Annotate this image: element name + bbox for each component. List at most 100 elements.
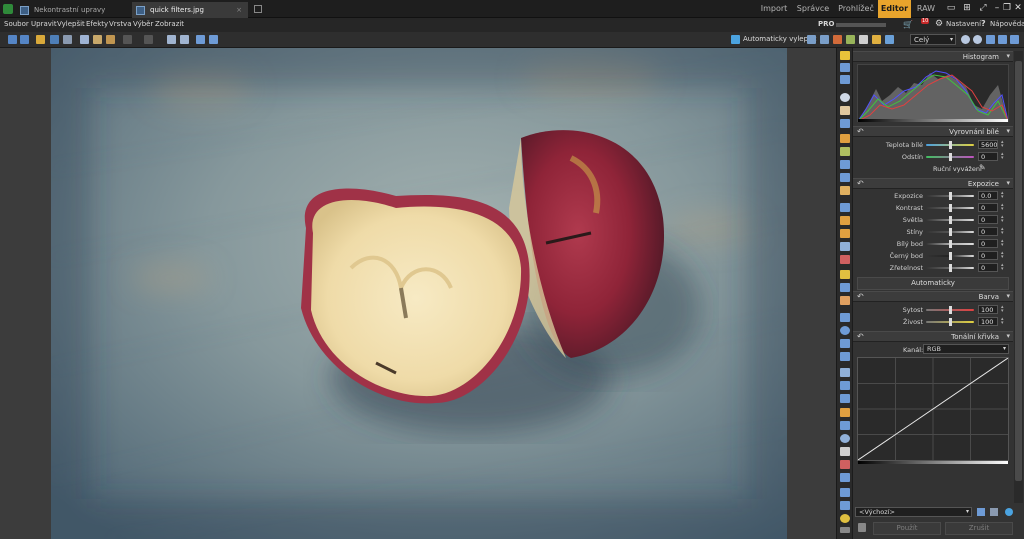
menu-view[interactable]: Zobrazit xyxy=(155,20,184,28)
perspective-icon[interactable] xyxy=(840,147,850,156)
undo-icon[interactable] xyxy=(123,35,132,44)
exposure-row-input[interactable]: 0.0 xyxy=(978,191,998,200)
frame-icon[interactable] xyxy=(840,186,850,195)
spin-icon[interactable]: ▴ ▾ xyxy=(1001,152,1007,161)
help-link[interactable]: Nápověda xyxy=(990,20,1024,28)
auto-exposure-button[interactable]: Automaticky xyxy=(857,277,1009,290)
exposure-icon[interactable] xyxy=(859,35,868,44)
align-icon[interactable] xyxy=(167,35,176,44)
crop-tool-icon[interactable] xyxy=(840,119,850,128)
reset-icon[interactable]: ↶ xyxy=(857,292,864,301)
notification-badge[interactable]: 10 xyxy=(921,18,930,24)
hand-tool-icon[interactable] xyxy=(840,106,850,115)
lasso-icon[interactable] xyxy=(840,339,850,348)
rect-select-icon[interactable] xyxy=(840,313,850,322)
mode-tab-manager[interactable]: Správce xyxy=(794,0,832,18)
layer-icon[interactable] xyxy=(840,408,850,417)
spin-icon[interactable]: ▴ ▾ xyxy=(1001,239,1007,248)
close-icon[interactable]: × xyxy=(236,6,242,14)
paste-icon[interactable] xyxy=(93,35,102,44)
open-folder-icon[interactable] xyxy=(36,35,45,44)
minimize-icon[interactable]: – xyxy=(992,3,1002,13)
menu-effects[interactable]: Efekty xyxy=(86,20,108,28)
spin-icon[interactable]: ▴ ▾ xyxy=(1001,317,1007,326)
lightning-icon[interactable] xyxy=(840,51,850,60)
back-icon[interactable] xyxy=(8,35,17,44)
exposure-header[interactable]: ↶ Expozice ▾ xyxy=(853,178,1013,189)
reset-icon[interactable]: ↶ xyxy=(857,179,864,188)
view-single-icon[interactable] xyxy=(196,35,205,44)
spin-icon[interactable]: ▴ ▾ xyxy=(1001,203,1007,212)
print-icon[interactable] xyxy=(63,35,72,44)
sun-icon[interactable] xyxy=(840,514,850,523)
curves-icon[interactable] xyxy=(872,35,881,44)
exposure-row-slider[interactable] xyxy=(926,264,974,272)
reset-icon[interactable]: ↶ xyxy=(857,332,864,341)
mode-tab-raw[interactable]: RAW xyxy=(912,0,940,18)
save-preset-icon[interactable] xyxy=(977,508,985,516)
exposure-row-input[interactable]: 0 xyxy=(978,215,998,224)
channel-select[interactable]: RGB ▾ xyxy=(923,344,1009,354)
wb-tint-input[interactable]: 0 xyxy=(978,152,998,161)
apply-button[interactable]: Použít xyxy=(873,522,941,535)
undo-preset-icon[interactable] xyxy=(1005,508,1013,516)
tone-curve-header[interactable]: ↶ Tonální křivka ▾ xyxy=(853,331,1013,342)
tone-curve-graph[interactable] xyxy=(857,357,1009,464)
spin-icon[interactable]: ▴ ▾ xyxy=(1001,227,1007,236)
pen-icon[interactable] xyxy=(840,394,850,403)
canvas-area[interactable] xyxy=(0,48,836,539)
wb-temperature-input[interactable]: 5600 xyxy=(978,140,998,149)
zoom-select[interactable]: Celý ▾ xyxy=(910,34,956,45)
menu-edit[interactable]: Upravit xyxy=(31,20,57,28)
spin-icon[interactable]: ▴ ▾ xyxy=(1001,215,1007,224)
exposure-row-slider[interactable] xyxy=(926,192,974,200)
zoom-out-icon[interactable] xyxy=(973,35,982,44)
heal-icon[interactable] xyxy=(840,255,850,264)
redo-icon[interactable] xyxy=(144,35,153,44)
exposure-row-slider[interactable] xyxy=(926,216,974,224)
canvas-icon[interactable] xyxy=(840,173,850,182)
zoom-in-icon[interactable] xyxy=(961,35,970,44)
account-name[interactable] xyxy=(836,23,886,27)
color-header[interactable]: ↶ Barva ▾ xyxy=(853,291,1013,302)
eyedropper-icon[interactable] xyxy=(840,242,850,251)
help-icon[interactable]: ? xyxy=(981,19,986,28)
resize-tool-icon[interactable] xyxy=(840,160,850,169)
layout-icon[interactable]: ⊞ xyxy=(962,3,972,13)
more-tools-icon[interactable] xyxy=(840,527,850,533)
document-tab-1[interactable]: Nekontrastní upravy xyxy=(16,2,128,18)
wb-tint-slider[interactable] xyxy=(926,153,974,161)
fullscreen-view-icon[interactable] xyxy=(1010,35,1019,44)
exposure-row-slider[interactable] xyxy=(926,228,974,236)
redeye-icon[interactable] xyxy=(840,473,850,482)
line-tool-icon[interactable] xyxy=(840,368,850,377)
menu-enhance[interactable]: Vylepšit xyxy=(57,20,85,28)
saturation-input[interactable]: 100 xyxy=(978,305,998,314)
auto-enhance-icon[interactable] xyxy=(731,35,740,44)
bucket-icon[interactable] xyxy=(840,229,850,238)
text-tool-icon[interactable] xyxy=(840,203,850,212)
filter-icon[interactable] xyxy=(840,501,850,510)
copy-icon[interactable] xyxy=(80,35,89,44)
color-picker-icon[interactable] xyxy=(840,460,850,469)
panel-scrollbar[interactable] xyxy=(1014,51,1023,503)
exposure-row-input[interactable]: 0 xyxy=(978,251,998,260)
spin-icon[interactable]: ▴ ▾ xyxy=(1001,251,1007,260)
menu-file[interactable]: Soubor xyxy=(4,20,29,28)
spin-icon[interactable]: ▴ ▾ xyxy=(1001,191,1007,200)
settings-link[interactable]: Nastavení xyxy=(946,20,981,28)
view-compare-icon[interactable] xyxy=(209,35,218,44)
mask-icon[interactable] xyxy=(840,421,850,430)
brush-icon[interactable] xyxy=(833,35,842,44)
effects-icon[interactable] xyxy=(885,35,894,44)
distribute-icon[interactable] xyxy=(180,35,189,44)
exposure-row-slider[interactable] xyxy=(926,252,974,260)
auto-enhance-button[interactable]: Automaticky vylepšit xyxy=(743,35,816,43)
clipboard-icon[interactable] xyxy=(106,35,115,44)
histogram-header[interactable]: Histogram ▾ xyxy=(853,51,1013,62)
spin-icon[interactable]: ▴ ▾ xyxy=(1001,140,1007,149)
clone-icon[interactable] xyxy=(840,447,850,456)
resize-icon[interactable] xyxy=(820,35,829,44)
wb-temperature-slider[interactable] xyxy=(926,141,974,149)
levels-icon[interactable] xyxy=(846,35,855,44)
